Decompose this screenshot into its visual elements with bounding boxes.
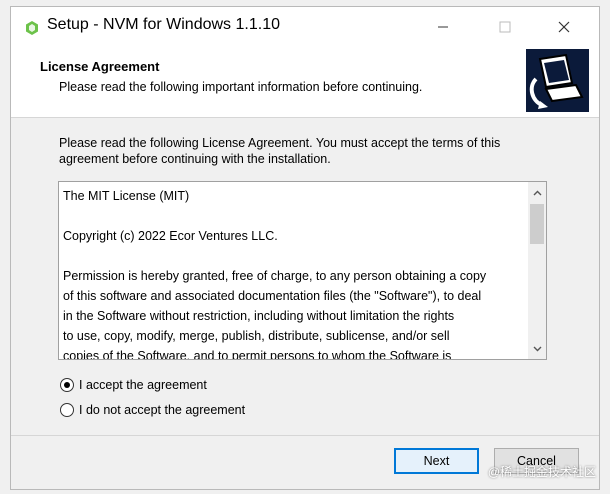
window-title: Setup - NVM for Windows 1.1.10 [47, 16, 280, 33]
minimize-button[interactable] [420, 7, 466, 47]
setup-window: Setup - NVM for Windows 1.1.10 License A… [10, 6, 600, 490]
nvm-app-icon [26, 21, 38, 35]
page-subtitle: Please read the following important info… [59, 80, 423, 94]
intro-text: Please read the following License Agreem… [59, 136, 501, 166]
decline-radio[interactable] [60, 403, 74, 417]
scroll-thumb[interactable] [530, 204, 544, 244]
watermark: @稀土掘金技术社区 [487, 465, 596, 479]
accept-radio[interactable] [60, 378, 74, 392]
next-button[interactable]: Next [394, 448, 479, 474]
chevron-down-icon [533, 346, 541, 351]
maximize-icon [499, 21, 511, 33]
wizard-header: License Agreement Please read the follow… [11, 47, 599, 118]
accept-label[interactable]: I accept the agreement [79, 378, 207, 392]
close-icon [558, 21, 570, 33]
title-bar[interactable]: Setup - NVM for Windows 1.1.10 [11, 7, 599, 47]
close-button[interactable] [541, 7, 587, 47]
footer-divider [11, 435, 599, 436]
scroll-up-button[interactable] [528, 184, 546, 201]
license-text: The MIT License (MIT) Copyright (c) 2022… [63, 189, 487, 360]
maximize-button[interactable] [482, 7, 528, 47]
minimize-icon [438, 26, 448, 28]
decline-label[interactable]: I do not accept the agreement [79, 403, 245, 417]
license-scrollbar[interactable] [528, 182, 546, 359]
accept-option[interactable]: I accept the agreement [60, 378, 207, 392]
license-textbox[interactable]: The MIT License (MIT) Copyright (c) 2022… [58, 181, 547, 360]
page-title: License Agreement [40, 59, 160, 74]
decline-option[interactable]: I do not accept the agreement [60, 403, 245, 417]
chevron-up-icon [533, 190, 541, 195]
installer-computer-graphic [526, 49, 589, 112]
scroll-down-button[interactable] [528, 340, 546, 357]
